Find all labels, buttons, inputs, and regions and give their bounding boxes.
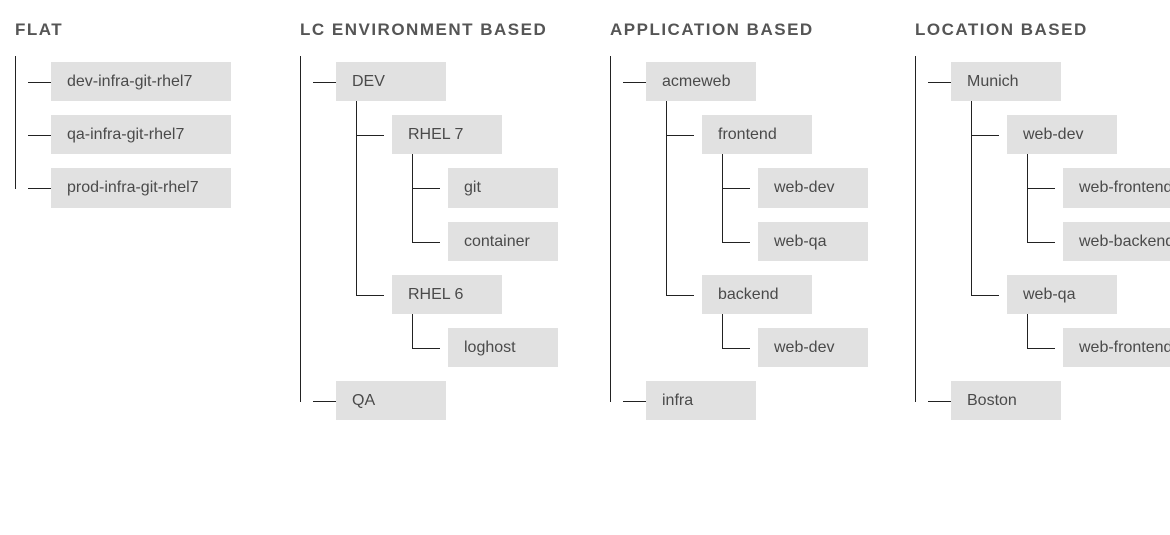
tree-flat: dev-infra-git-rhel7 qa-infra-git-rhel7 p… [15, 62, 270, 208]
tree-node: git [426, 168, 580, 207]
node-label: qa-infra-git-rhel7 [51, 115, 231, 154]
tree-node: web-dev [736, 328, 885, 367]
tree-node: container [426, 222, 580, 261]
tree-node: web-dev [736, 168, 885, 207]
tree-node: acmeweb frontend web-dev [624, 62, 885, 367]
column-heading: APPLICATION BASED [610, 20, 885, 40]
column-heading: LOCATION BASED [915, 20, 1170, 40]
tree-node: dev-infra-git-rhel7 [29, 62, 270, 101]
tree-node: qa-infra-git-rhel7 [29, 115, 270, 154]
tree-node: web-qa [736, 222, 885, 261]
column-heading: FLAT [15, 20, 270, 40]
node-label: RHEL 6 [392, 275, 502, 314]
column-lc-environment: LC ENVIRONMENT BASED DEV RHEL 7 [300, 20, 580, 420]
node-label: prod-infra-git-rhel7 [51, 168, 231, 207]
tree-node: QA [314, 381, 580, 420]
tree-node: web-dev web-frontend [985, 115, 1170, 261]
tree-node: Munich web-dev web-fronten [929, 62, 1170, 367]
tree-node: DEV RHEL 7 git [314, 62, 580, 367]
node-label: frontend [702, 115, 812, 154]
node-label: Boston [951, 381, 1061, 420]
tree-node: RHEL 7 git [370, 115, 580, 261]
column-flat: FLAT dev-infra-git-rhel7 qa-infra-git-rh… [15, 20, 270, 420]
tree-node: frontend web-dev [680, 115, 885, 261]
tree-node: loghost [426, 328, 580, 367]
node-label: acmeweb [646, 62, 756, 101]
tree-node: backend web-dev [680, 275, 885, 367]
tree-node: Boston [929, 381, 1170, 420]
tree-node: prod-infra-git-rhel7 [29, 168, 270, 207]
node-label: web-dev [758, 168, 868, 207]
node-label: git [448, 168, 558, 207]
node-label: web-qa [1007, 275, 1117, 314]
column-heading: LC ENVIRONMENT BASED [300, 20, 580, 40]
node-label: web-frontend [1063, 168, 1170, 207]
tree-node: web-frontend [1041, 328, 1170, 367]
tree-node: web-backend [1041, 222, 1170, 261]
node-label: RHEL 7 [392, 115, 502, 154]
tree-application: acmeweb frontend web-dev [610, 62, 885, 420]
column-location: LOCATION BASED Munich web-dev [915, 20, 1170, 420]
node-label: dev-infra-git-rhel7 [51, 62, 231, 101]
node-label: web-backend [1063, 222, 1170, 261]
node-label: web-frontend [1063, 328, 1170, 367]
tree-lc: DEV RHEL 7 git [300, 62, 580, 420]
tree-node: web-qa web-frontend [985, 275, 1170, 367]
node-label: loghost [448, 328, 558, 367]
diagram-columns: FLAT dev-infra-git-rhel7 qa-infra-git-rh… [15, 20, 1155, 420]
node-label: Munich [951, 62, 1061, 101]
column-application: APPLICATION BASED acmeweb frontend [610, 20, 885, 420]
node-label: backend [702, 275, 812, 314]
tree-location: Munich web-dev web-fronten [915, 62, 1170, 420]
node-label: web-qa [758, 222, 868, 261]
node-label: web-dev [1007, 115, 1117, 154]
tree-node: RHEL 6 loghost [370, 275, 580, 367]
node-label: container [448, 222, 558, 261]
node-label: QA [336, 381, 446, 420]
node-label: web-dev [758, 328, 868, 367]
tree-node: infra [624, 381, 885, 420]
node-label: DEV [336, 62, 446, 101]
tree-node: web-frontend [1041, 168, 1170, 207]
node-label: infra [646, 381, 756, 420]
